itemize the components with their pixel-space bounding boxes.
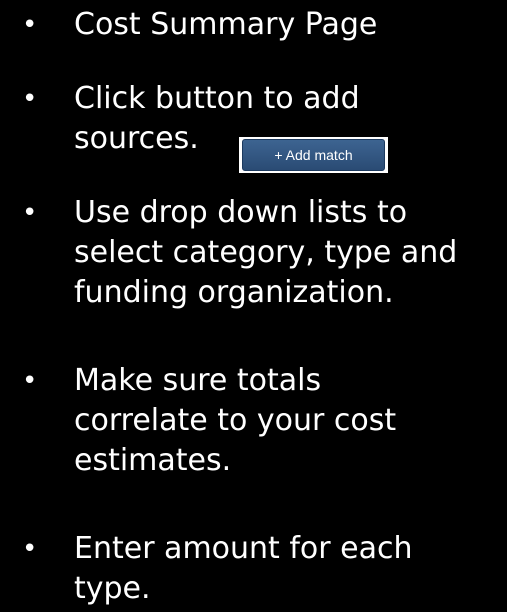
bullet-text: Make sure totals correlate to your cost … (74, 361, 501, 481)
bullet-line: Make sure totals (74, 363, 322, 398)
bullet-text: Cost Summary Page (74, 5, 501, 45)
bullet-line: Click button to add (74, 81, 360, 116)
bullet-line: funding organization. (74, 275, 394, 310)
add-match-button-screenshot: + Add match (239, 137, 388, 173)
bullet-dot: • (22, 84, 38, 114)
bullet-line: Enter amount for each (74, 531, 413, 566)
bullet-dot: • (22, 10, 38, 40)
instruction-list: • Cost Summary Page • Click button to ad… (0, 0, 507, 612)
bullet-line: correlate to your cost (74, 403, 397, 438)
bullet-text: Enter amount for each type. (74, 529, 501, 609)
bullet-line: select category, type and (74, 235, 458, 270)
bullet-dot: • (22, 198, 38, 228)
bullet-dot: • (22, 366, 38, 396)
bullet-line: Cost Summary Page (74, 7, 378, 42)
add-match-button[interactable]: + Add match (242, 139, 385, 171)
bullet-text: Use drop down lists to select category, … (74, 193, 501, 313)
bullet-line: Use drop down lists to (74, 195, 408, 230)
bullet-dot: • (22, 534, 38, 564)
bullet-line: type. (74, 571, 151, 606)
bullet-line: estimates. (74, 443, 232, 478)
